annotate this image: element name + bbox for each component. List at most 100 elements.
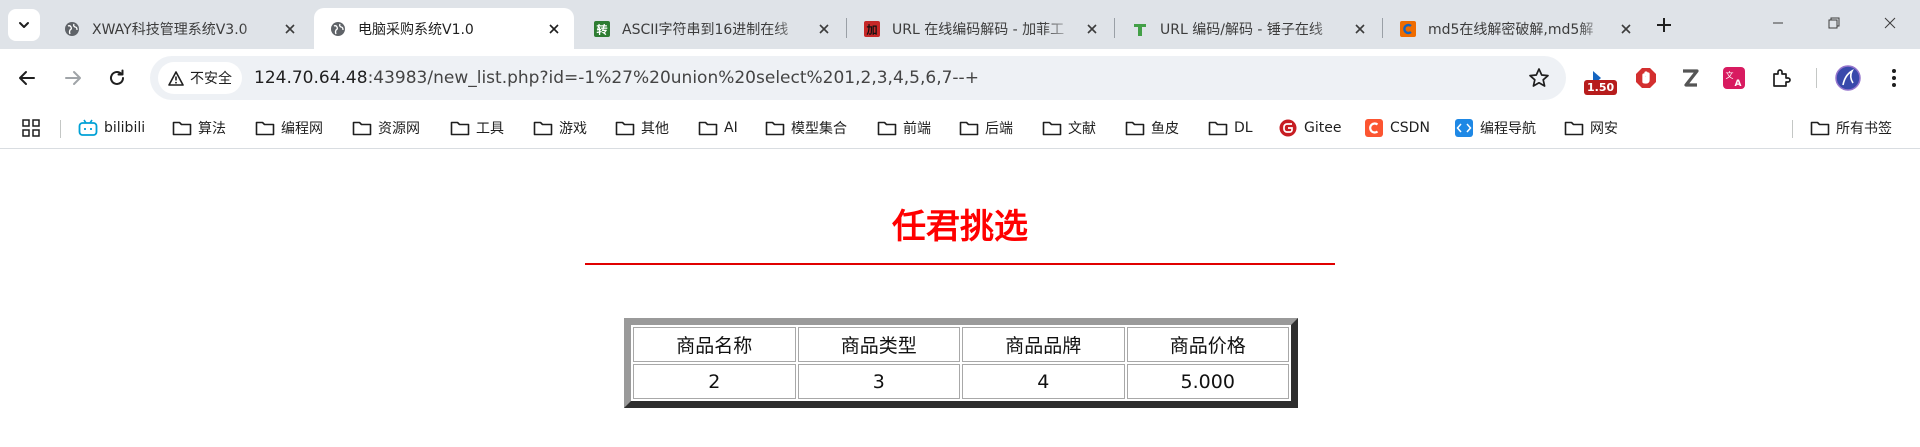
title-divider — [585, 263, 1335, 265]
bookmark-star-button[interactable] — [1528, 67, 1550, 89]
url-path: :43983/new_list.php?id=-1%27%20union%20s… — [367, 68, 979, 88]
close-icon[interactable] — [1616, 19, 1636, 39]
tab-search-button[interactable] — [8, 9, 40, 41]
bookmark-code-nav[interactable]: 编程导航 — [1454, 117, 1536, 139]
tab-title: 电脑采购系统V1.0 — [358, 21, 474, 38]
bookmark-label: 编程网 — [281, 121, 323, 137]
bookmark-folder-ai[interactable]: AI — [698, 117, 738, 139]
close-icon[interactable] — [1350, 19, 1370, 39]
security-label: 不安全 — [190, 71, 232, 87]
bookmark-folder-security[interactable]: 网安 — [1564, 117, 1618, 139]
security-chip[interactable]: 不安全 — [158, 62, 242, 94]
reload-button[interactable] — [101, 62, 133, 94]
profile-button[interactable] — [1832, 62, 1864, 94]
bookmark-folder-models[interactable]: 模型集合 — [765, 117, 847, 139]
extension-adblock-button[interactable] — [1630, 62, 1662, 94]
folder-icon — [352, 119, 372, 137]
puzzle-icon — [1773, 69, 1791, 87]
bookmark-folder-resources[interactable]: 资源网 — [352, 117, 420, 139]
close-icon[interactable] — [544, 19, 564, 39]
code-nav-icon — [1454, 119, 1474, 137]
bookmark-label: bilibili — [104, 120, 146, 136]
bookmark-folder-algorithm[interactable]: 算法 — [172, 117, 226, 139]
bookmark-label: CSDN — [1390, 120, 1430, 136]
arrow-right-icon — [65, 71, 81, 85]
bookmark-folder-frontend[interactable]: 前端 — [877, 117, 931, 139]
tab-url-jiafei[interactable]: 加 URL 在线编码解码 - 加菲工 — [848, 8, 1112, 49]
bookmark-label: 前端 — [903, 121, 931, 137]
bookmarks-bar: bilibili 算法 编程网 资源网 工具 游戏 其他 AI 模型集合 前端 … — [0, 107, 1920, 149]
tab-md5[interactable]: md5在线解密破解,md5解 — [1384, 8, 1646, 49]
extensions-button[interactable] — [1765, 62, 1797, 94]
bookmark-label: 后端 — [985, 121, 1013, 137]
table-cell: 2 — [633, 364, 796, 399]
bookmark-gitee[interactable]: Gitee — [1278, 117, 1341, 139]
address-bar[interactable]: 不安全 124.70.64.48:43983/new_list.php?id=-… — [150, 56, 1566, 100]
bookmark-folder-papers[interactable]: 文献 — [1042, 117, 1096, 139]
all-bookmarks-button[interactable]: 所有书签 — [1810, 117, 1892, 139]
bilibili-icon — [78, 119, 98, 137]
extension-badge: 1.50 — [1584, 80, 1618, 95]
folder-icon — [1564, 119, 1584, 137]
bookmark-folder-programming[interactable]: 编程网 — [255, 117, 323, 139]
bookmark-folder-yupi[interactable]: 鱼皮 — [1125, 117, 1179, 139]
converter-icon: 转 — [594, 20, 610, 37]
column-header: 商品价格 — [1126, 327, 1289, 362]
bookmark-folder-other[interactable]: 其他 — [615, 117, 669, 139]
tab-purchase-system[interactable]: 电脑采购系统V1.0 — [314, 8, 574, 49]
tab-url-hammer[interactable]: URL 编码/解码 - 锤子在线 — [1116, 8, 1380, 49]
column-header: 商品品牌 — [962, 327, 1125, 362]
bookmark-label: 网安 — [1590, 121, 1618, 137]
close-icon[interactable] — [814, 19, 834, 39]
forward-button[interactable] — [57, 62, 89, 94]
bookmark-bilibili[interactable]: bilibili — [78, 117, 145, 139]
folder-icon — [172, 119, 192, 137]
folder-icon — [1208, 119, 1228, 137]
bookmark-label: 所有书签 — [1836, 121, 1892, 137]
globe-icon — [330, 21, 346, 37]
apps-button[interactable] — [22, 117, 40, 139]
extension-z-button[interactable] — [1674, 62, 1706, 94]
hammer-icon — [1132, 21, 1148, 37]
tab-title: XWAY科技管理系统V3.0 — [92, 21, 248, 38]
tab-strip: XWAY科技管理系统V3.0 电脑采购系统V1.0 转 ASCII字符串到16进… — [0, 0, 1920, 49]
bookmark-folder-dl[interactable]: DL — [1208, 117, 1253, 139]
tab-separator — [846, 18, 847, 38]
extension-translate-button[interactable]: 文A — [1718, 62, 1750, 94]
reload-icon — [110, 69, 124, 85]
folder-icon — [1042, 119, 1062, 137]
extension-speed-button[interactable]: 1.50 — [1584, 62, 1618, 95]
folder-icon — [1125, 119, 1145, 137]
browser-menu-button[interactable] — [1878, 62, 1910, 94]
bookmark-label: 其他 — [641, 121, 669, 137]
folder-icon — [615, 119, 635, 137]
close-icon[interactable] — [1082, 19, 1102, 39]
toolbar-separator — [1816, 68, 1817, 88]
bookmark-label: AI — [724, 120, 738, 136]
minimize-button[interactable] — [1752, 0, 1804, 46]
tab-xway[interactable]: XWAY科技管理系统V3.0 — [48, 8, 310, 49]
adblock-icon — [1636, 68, 1656, 88]
url-text[interactable]: 124.70.64.48:43983/new_list.php?id=-1%27… — [254, 68, 979, 88]
bookmark-folder-games[interactable]: 游戏 — [533, 117, 587, 139]
bookmark-folder-backend[interactable]: 后端 — [959, 117, 1013, 139]
translate-icon: 文A — [1723, 67, 1745, 89]
bookmark-label: 模型集合 — [791, 121, 847, 137]
bookmark-label: 工具 — [476, 121, 504, 137]
tab-title: md5在线解密破解,md5解 — [1428, 21, 1594, 38]
bookmark-csdn[interactable]: CSDN — [1364, 117, 1430, 139]
apps-grid-icon — [22, 119, 40, 137]
new-tab-button[interactable] — [1652, 13, 1676, 37]
restore-icon — [1828, 17, 1840, 29]
tab-separator — [1114, 18, 1115, 38]
restore-button[interactable] — [1808, 0, 1860, 46]
window-close-button[interactable] — [1864, 0, 1916, 46]
more-vertical-icon — [1892, 69, 1896, 87]
back-button[interactable] — [11, 62, 43, 94]
tab-ascii-hex[interactable]: 转 ASCII字符串到16进制在线 — [578, 8, 844, 49]
bookmark-folder-tools[interactable]: 工具 — [450, 117, 504, 139]
globe-icon — [64, 21, 80, 37]
svg-text:转: 转 — [597, 22, 608, 36]
close-icon[interactable] — [280, 19, 300, 39]
bookmark-label: 资源网 — [378, 121, 420, 137]
